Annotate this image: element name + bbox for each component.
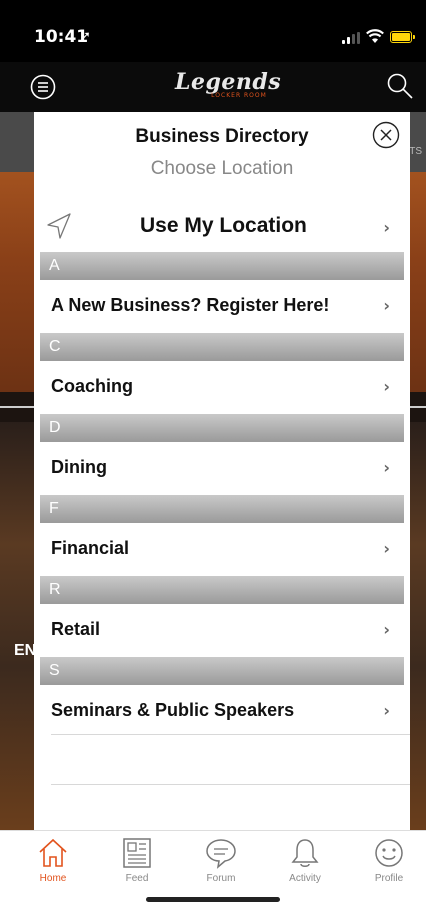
close-icon[interactable]: [372, 121, 400, 149]
tab-profile[interactable]: Profile: [354, 837, 424, 893]
chevron-right-icon: ›: [383, 218, 390, 237]
forum-icon: [206, 839, 236, 869]
search-icon[interactable]: [386, 72, 414, 100]
home-icon: [39, 838, 67, 867]
feed-icon: [123, 838, 151, 868]
section-header-r: R: [40, 576, 404, 604]
list-divider: [51, 734, 410, 735]
tab-label: Forum: [206, 873, 236, 884]
tab-label: Feed: [125, 873, 149, 884]
list-item-label: A New Business? Register Here!: [51, 295, 330, 315]
modal-subtitle: Choose Location: [150, 158, 294, 179]
section-header-c: C: [40, 333, 404, 361]
status-bar: 10:41 ➚: [0, 0, 426, 62]
list-divider: [51, 784, 410, 785]
battery-icon: [390, 31, 415, 43]
list-item-label: Financial: [51, 538, 130, 558]
home-indicator[interactable]: [146, 897, 280, 902]
section-header-s: S: [40, 657, 404, 685]
cellular-signal-icon: [342, 32, 360, 44]
list-item-label: Retail: [51, 619, 101, 639]
use-my-location-row[interactable]: Use My Location ›: [34, 202, 410, 252]
location-arrow-icon: ➚: [80, 28, 91, 43]
list-item-dining[interactable]: Dining ›: [34, 442, 410, 495]
chevron-right-icon: ›: [383, 620, 390, 639]
tab-activity[interactable]: Activity: [270, 837, 340, 893]
location-arrow-icon: [47, 213, 71, 239]
app-logo: Legends LOCKER ROOM: [175, 69, 282, 106]
logo-sub-text: LOCKER ROOM: [211, 92, 267, 99]
bell-icon: [291, 839, 319, 867]
tab-feed[interactable]: Feed: [102, 837, 172, 893]
wifi-icon: [366, 29, 384, 43]
chevron-right-icon: ›: [383, 296, 390, 315]
chevron-right-icon: ›: [383, 701, 390, 720]
logo-main-text: Legends: [175, 69, 282, 95]
section-header-f: F: [40, 495, 404, 523]
section-header-d: D: [40, 414, 404, 442]
business-directory-modal: Business Directory Choose Location Use M…: [34, 112, 410, 830]
tab-label: Home: [39, 873, 67, 884]
list-item-label: Coaching: [51, 376, 134, 396]
modal-title: Business Directory: [135, 126, 309, 147]
background-tab-fragment: TS: [409, 146, 422, 157]
app-header: Legends LOCKER ROOM: [0, 62, 426, 112]
use-my-location-label: Use My Location: [140, 214, 307, 237]
list-item-financial[interactable]: Financial ›: [34, 523, 410, 576]
list-item-register[interactable]: A New Business? Register Here! ›: [34, 280, 410, 333]
tab-label: Activity: [289, 873, 321, 884]
section-header-a: A: [40, 252, 404, 280]
chevron-right-icon: ›: [383, 377, 390, 396]
tab-home[interactable]: Home: [18, 837, 88, 893]
background-text-fragment: EN: [14, 642, 37, 659]
tab-forum[interactable]: Forum: [186, 837, 256, 893]
tab-label: Profile: [374, 873, 404, 884]
list-item-coaching[interactable]: Coaching ›: [34, 361, 410, 414]
chevron-right-icon: ›: [383, 458, 390, 477]
list-item-retail[interactable]: Retail ›: [34, 604, 410, 657]
list-item-seminars[interactable]: Seminars & Public Speakers ›: [34, 685, 410, 738]
hamburger-circle-icon[interactable]: [30, 74, 56, 100]
smiley-icon: [375, 839, 403, 867]
chevron-right-icon: ›: [383, 539, 390, 558]
list-item-label: Seminars & Public Speakers: [51, 700, 295, 720]
list-item-label: Dining: [51, 457, 107, 477]
